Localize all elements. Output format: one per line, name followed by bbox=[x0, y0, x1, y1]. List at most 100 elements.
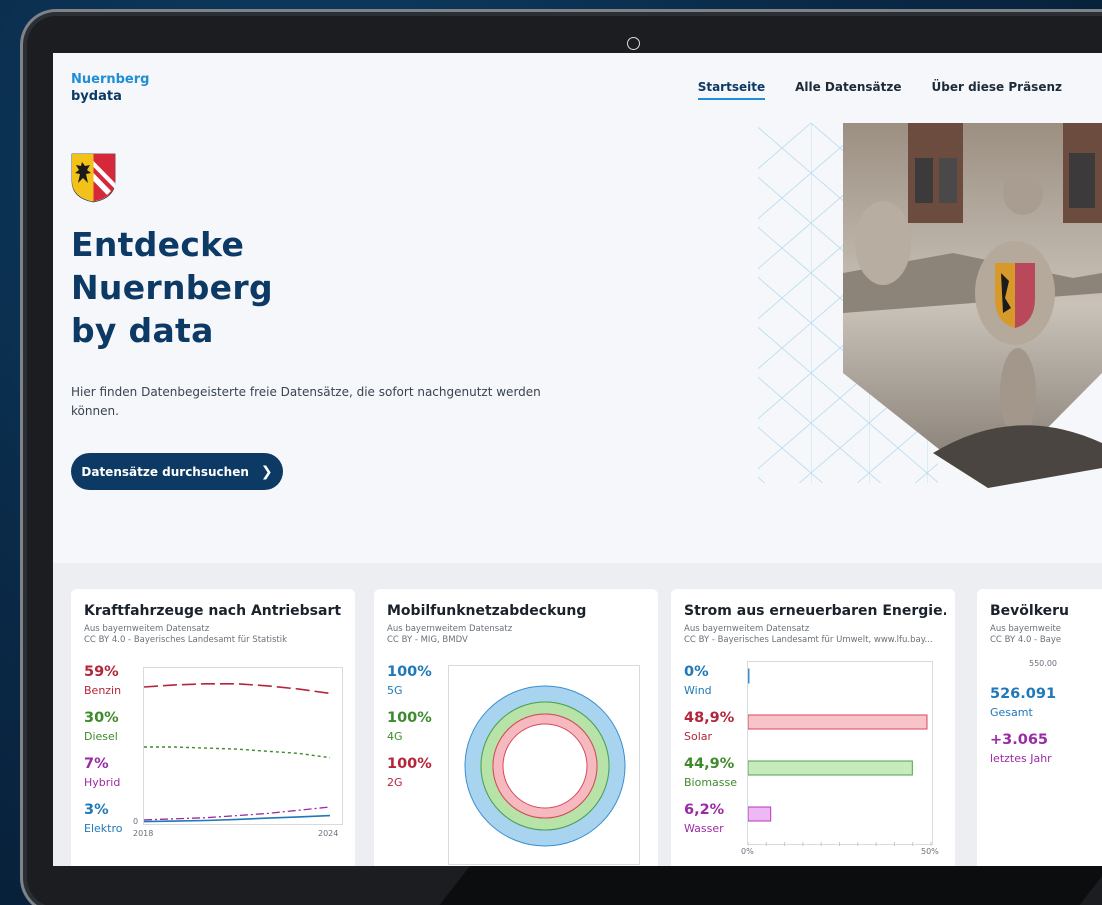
card-license: CC BY - MIG, BMDV bbox=[387, 635, 468, 645]
card-mobilfunk[interactable]: Mobilfunknetzabdeckung Aus bayernweitem … bbox=[374, 589, 658, 866]
stat-label: Gesamt bbox=[990, 706, 1033, 719]
stat-value: 30% bbox=[84, 710, 119, 726]
site-header: Nuernberg bydata Startseite Alle Datensä… bbox=[53, 53, 1102, 123]
card-title: Mobilfunknetzabdeckung bbox=[387, 603, 587, 619]
nav-ueber-diese-praesenz[interactable]: Über diese Präsenz bbox=[932, 80, 1063, 100]
hero-description: Hier finden Datenbegeisterte freie Daten… bbox=[71, 385, 541, 418]
axis-y-zero: 0 bbox=[133, 817, 139, 826]
stat-label: Diesel bbox=[84, 730, 118, 743]
stat-value: 59% bbox=[84, 664, 119, 680]
hero-title-line-2: Nuernberg bbox=[71, 268, 273, 307]
card-license: CC BY 4.0 - Bayerisches Landesamt für St… bbox=[84, 635, 287, 645]
hero-title: Entdecke Nuernberg by data bbox=[71, 223, 273, 352]
bar-wind bbox=[747, 668, 750, 684]
axis-x-start: 2018 bbox=[133, 829, 154, 838]
chevron-right-icon: ❯ bbox=[260, 463, 273, 480]
stat-label: Wind bbox=[684, 684, 712, 697]
bar-chart bbox=[747, 661, 933, 846]
bar-biomasse bbox=[747, 760, 913, 776]
card-source: Aus bayernweite bbox=[990, 624, 1062, 634]
ring-4g bbox=[481, 702, 609, 830]
ring-chart-svg bbox=[464, 685, 626, 847]
card-title: Kraftfahrzeuge nach Antriebsart bbox=[84, 603, 342, 619]
stat-label: letztes Jahr bbox=[990, 752, 1052, 765]
stat-value: 6,2% bbox=[684, 802, 725, 818]
site-logo[interactable]: Nuernberg bydata bbox=[71, 71, 149, 105]
card-license: CC BY - Bayerisches Landesamt für Umwelt… bbox=[684, 635, 933, 645]
axis-x-end: 50% bbox=[921, 847, 939, 856]
stat-label: Biomasse bbox=[684, 776, 738, 789]
card-source: Aus bayernweitem Datensatz bbox=[684, 624, 810, 634]
ring-outline-inner-2g bbox=[502, 723, 588, 809]
stat-label: Elektro bbox=[84, 822, 123, 835]
line-chart-svg bbox=[143, 683, 331, 823]
series-line-diesel bbox=[144, 746, 331, 759]
hero-title-line-1: Entdecke bbox=[71, 225, 245, 264]
card-title: Strom aus erneuerbaren Energie... bbox=[684, 603, 946, 619]
bar-chart-svg bbox=[747, 668, 932, 846]
axis-top-label: 550.00 bbox=[1029, 659, 1057, 668]
browse-datasets-button[interactable]: Datensätze durchsuchen ❯ bbox=[71, 453, 283, 490]
stat-5g: 100% 5G bbox=[387, 663, 432, 699]
logo-line-1: Nuernberg bbox=[71, 72, 150, 87]
bar-solar bbox=[747, 714, 928, 730]
main-nav: Startseite Alle Datensätze Über diese Pr… bbox=[697, 80, 1063, 100]
stat-letztes-jahr: +3.065 letztes Jahr bbox=[990, 731, 1052, 767]
browse-datasets-label: Datensätze durchsuchen bbox=[81, 464, 249, 479]
stat-2g: 100% 2G bbox=[387, 755, 432, 791]
stat-diesel: 30% Diesel bbox=[84, 709, 119, 745]
stat-biomasse: 44,9% Biomasse bbox=[684, 755, 737, 791]
stat-value: 100% bbox=[387, 664, 432, 680]
axis-x-end: 2024 bbox=[318, 829, 339, 838]
card-source: Aus bayernweitem Datensatz bbox=[84, 624, 210, 634]
dataset-cards: Kraftfahrzeuge nach Antriebsart Aus baye… bbox=[53, 563, 1102, 866]
card-title: Bevölkeru bbox=[990, 603, 1070, 619]
stat-value: 0% bbox=[684, 664, 709, 680]
stat-label: Solar bbox=[684, 730, 713, 743]
card-strom[interactable]: Strom aus erneuerbaren Energie... Aus ba… bbox=[671, 589, 955, 866]
ring-2g bbox=[493, 714, 597, 818]
frame-shadow bbox=[434, 866, 1102, 905]
bar-wasser bbox=[747, 806, 772, 822]
camera-icon bbox=[627, 37, 640, 50]
axis-x-start: 0% bbox=[741, 847, 754, 856]
hero-image-area bbox=[758, 123, 1102, 488]
stat-label: Hybrid bbox=[84, 776, 121, 789]
hero-section: Entdecke Nuernberg by data Hier finden D… bbox=[53, 123, 1102, 563]
series-line-hybrid bbox=[143, 806, 331, 821]
stat-value: 100% bbox=[387, 756, 432, 772]
stat-gesamt: 526.091 Gesamt bbox=[990, 685, 1056, 721]
stat-solar: 48,9% Solar bbox=[684, 709, 734, 745]
stat-4g: 100% 4G bbox=[387, 709, 432, 745]
stat-value: +3.065 bbox=[990, 732, 1049, 748]
stat-label: Benzin bbox=[84, 684, 122, 697]
stat-hybrid: 7% Hybrid bbox=[84, 755, 120, 791]
stat-elektro: 3% Elektro bbox=[84, 801, 122, 837]
stat-wind: 0% Wind bbox=[684, 663, 712, 699]
stat-label: 5G bbox=[387, 684, 403, 697]
card-license: CC BY 4.0 - Baye bbox=[990, 635, 1062, 645]
stat-wasser: 6,2% Wasser bbox=[684, 801, 724, 837]
card-source: Aus bayernweitem Datensatz bbox=[387, 624, 513, 634]
stat-label: 4G bbox=[387, 730, 403, 743]
nav-alle-datensaetze[interactable]: Alle Datensätze bbox=[795, 80, 901, 100]
stat-value: 100% bbox=[387, 710, 432, 726]
hero-title-line-3: by data bbox=[71, 311, 214, 350]
stat-benzin: 59% Benzin bbox=[84, 663, 121, 699]
screen: Nuernberg bydata Startseite Alle Datensä… bbox=[53, 53, 1102, 866]
card-kraftfahrzeuge[interactable]: Kraftfahrzeuge nach Antriebsart Aus baye… bbox=[71, 589, 355, 866]
card-bevoelkerung[interactable]: Bevölkeru Aus bayernweite CC BY 4.0 - Ba… bbox=[977, 589, 1102, 866]
stat-value: 3% bbox=[84, 802, 109, 818]
stat-value: 526.091 bbox=[990, 686, 1057, 702]
stat-value: 7% bbox=[84, 756, 109, 772]
nuernberg-crest-icon bbox=[71, 153, 116, 203]
nav-startseite[interactable]: Startseite bbox=[697, 80, 766, 100]
stat-value: 44,9% bbox=[684, 756, 735, 772]
logo-line-2: bydata bbox=[71, 89, 122, 104]
stat-value: 48,9% bbox=[684, 710, 735, 726]
stat-label: 2G bbox=[387, 776, 403, 789]
line-chart bbox=[143, 667, 343, 825]
stat-label: Wasser bbox=[684, 822, 724, 835]
ring-chart bbox=[448, 665, 640, 865]
series-line-benzin bbox=[143, 683, 331, 695]
